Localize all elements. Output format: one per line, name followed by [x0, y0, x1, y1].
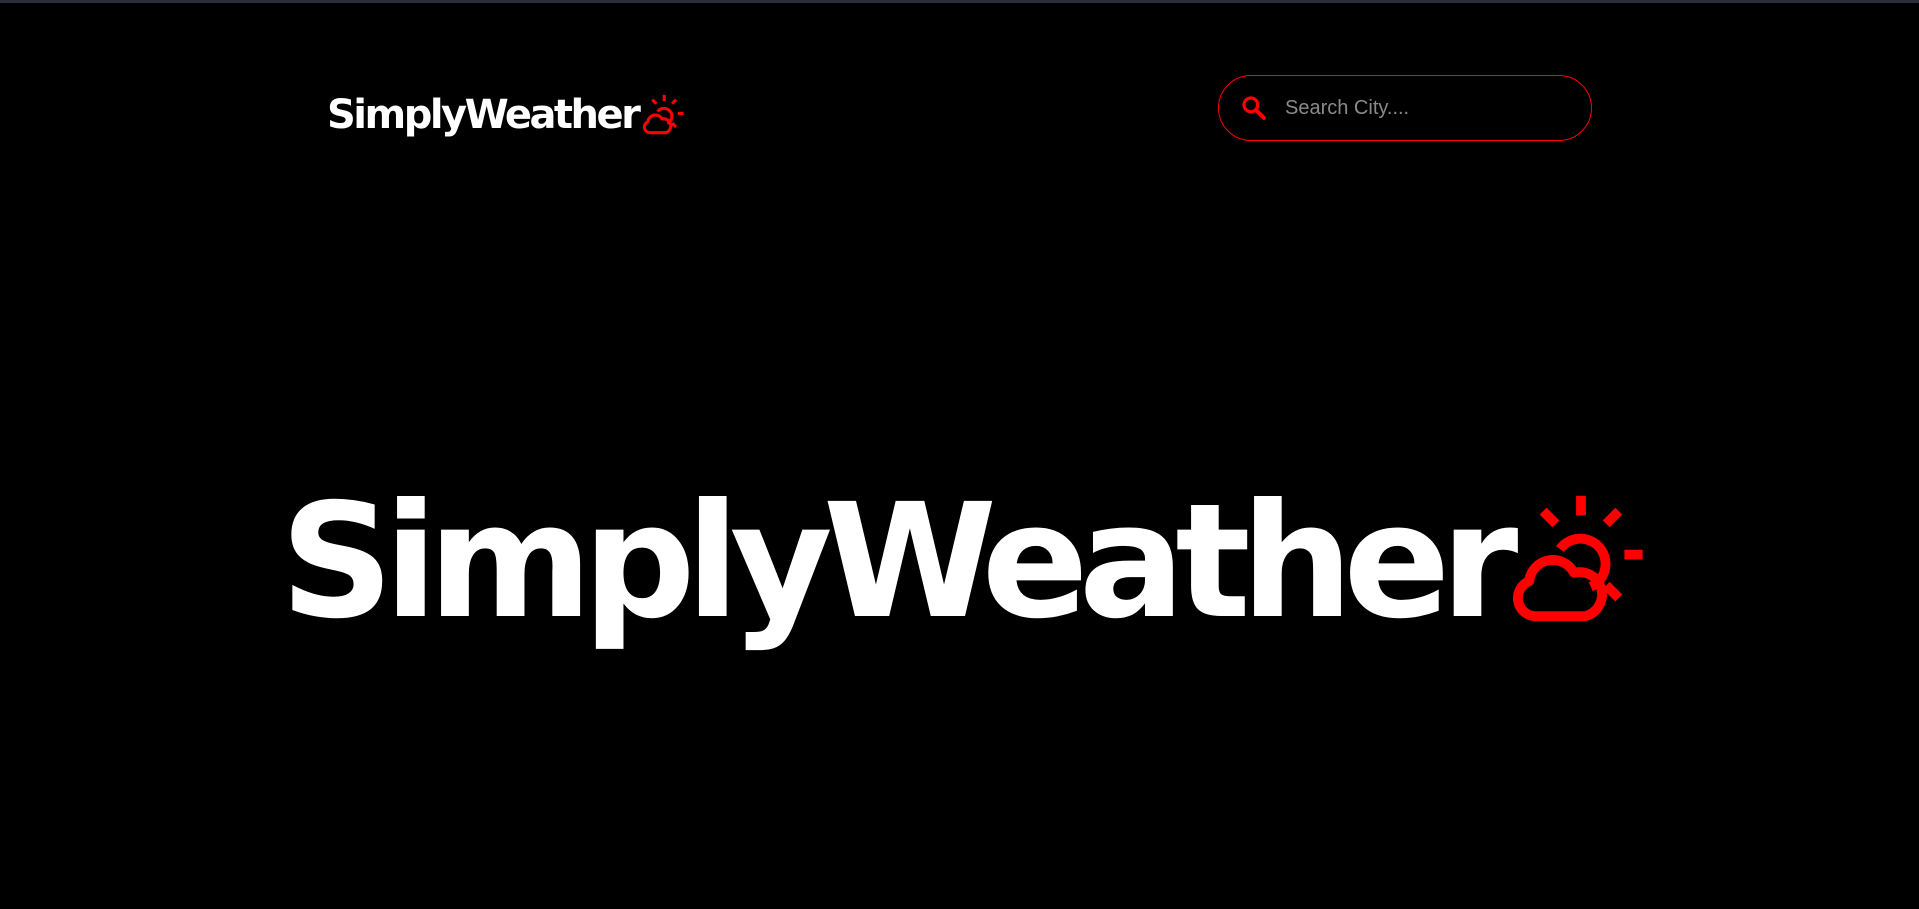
- page: SimplyWeather SimplyWeather: [0, 0, 1919, 909]
- hero-logo-text: SimplyWeather: [280, 470, 1518, 654]
- header-logo-text: SimplyWeather: [327, 92, 641, 138]
- search-input[interactable]: [1283, 87, 1577, 129]
- sun-cloud-icon: [643, 94, 684, 135]
- search-bar[interactable]: [1218, 75, 1592, 141]
- hero-logo: SimplyWeather: [280, 470, 1644, 654]
- header-logo[interactable]: SimplyWeather: [327, 87, 684, 135]
- search-icon[interactable]: [1239, 93, 1269, 123]
- sun-cloud-icon: [1513, 495, 1643, 622]
